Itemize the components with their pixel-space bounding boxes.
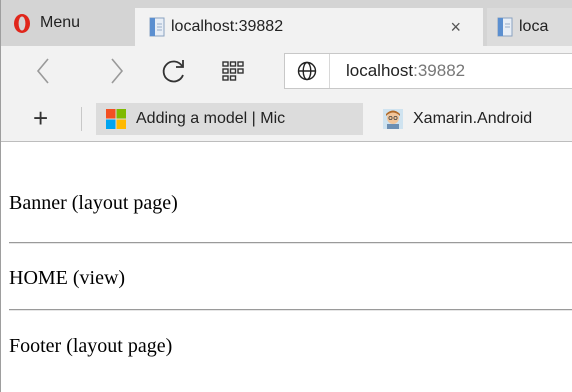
microsoft-logo-icon: [106, 109, 126, 129]
url-host: localhost: [346, 61, 414, 80]
chevron-right-icon: [111, 58, 124, 84]
horizontal-rule: [9, 242, 572, 244]
tab-title: localhost:39882: [171, 18, 284, 35]
reload-button[interactable]: [159, 56, 189, 86]
menu-label: Menu: [40, 14, 81, 31]
forward-button[interactable]: [105, 56, 129, 86]
tab-strip: Menu localhost:39882 × loca: [1, 0, 572, 46]
bookmark-adding-a-model[interactable]: Adding a model | Mic: [96, 103, 363, 135]
horizontal-rule: [9, 309, 572, 311]
page-icon: [149, 17, 165, 37]
url-port: :39882: [413, 61, 466, 80]
page-icon: [497, 17, 513, 37]
tab-localhost[interactable]: localhost:39882 ×: [135, 8, 483, 46]
menu-button[interactable]: Menu: [1, 0, 132, 46]
globe-icon[interactable]: [285, 54, 330, 88]
bookmarks-divider: [81, 107, 82, 131]
home-text: HOME (view): [9, 267, 126, 289]
close-tab-icon[interactable]: ×: [450, 17, 461, 37]
add-bookmark-button[interactable]: +: [33, 103, 48, 133]
tab-background[interactable]: loca: [487, 8, 572, 46]
speed-dial-button[interactable]: [219, 56, 247, 86]
banner-text: Banner (layout page): [9, 192, 178, 214]
bookmark-xamarin-android[interactable]: Xamarin.Android: [383, 103, 572, 135]
opera-logo-icon: [14, 13, 30, 33]
tab-title: loca: [519, 18, 549, 35]
page-content: Banner (layout page) HOME (view) Footer …: [1, 142, 572, 392]
navigation-bar: localhost:39882: [1, 46, 572, 97]
bookmark-label: Xamarin.Android: [413, 110, 533, 127]
bookmark-label: Adding a model | Mic: [136, 110, 286, 127]
avatar-icon: [383, 109, 403, 129]
bookmarks-bar: + Adding a model | Mic Xamarin.Android: [1, 97, 572, 142]
footer-text: Footer (layout page): [9, 335, 173, 357]
url-text: localhost:39882: [330, 61, 465, 81]
grid-icon: [222, 61, 244, 81]
chevron-left-icon: [36, 58, 49, 84]
back-button[interactable]: [31, 56, 55, 86]
browser-window: Menu localhost:39882 × loca localhost:39…: [0, 0, 572, 392]
address-bar[interactable]: localhost:39882: [284, 53, 572, 89]
reload-icon: [162, 60, 184, 83]
